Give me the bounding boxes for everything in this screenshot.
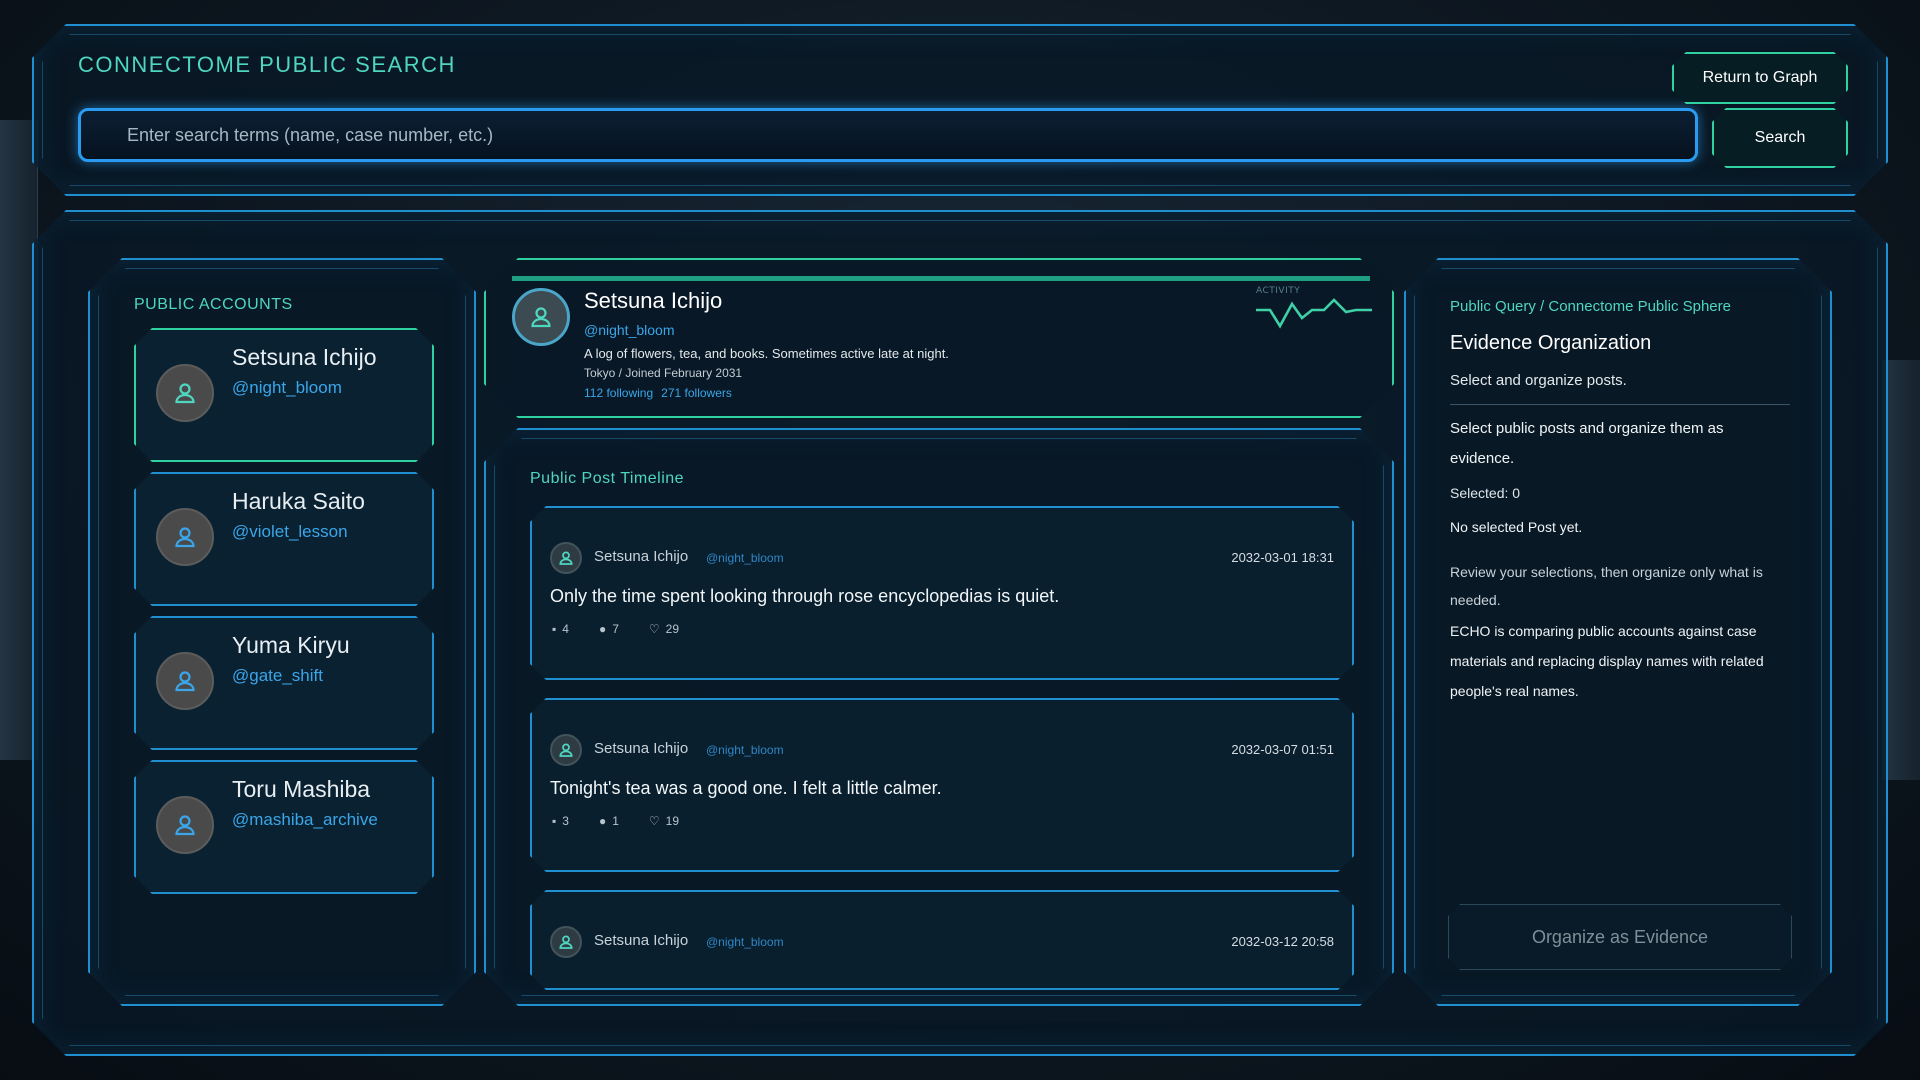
- likes-count: 29: [665, 622, 680, 636]
- breadcrumb[interactable]: Public Query / Connectome Public Sphere: [1450, 298, 1731, 315]
- account-handle: @mashiba_archive: [232, 810, 378, 829]
- post-date: 2032-03-12 20:58: [1231, 934, 1334, 949]
- reposts-count: 7: [612, 622, 619, 636]
- post-date: 2032-03-07 01:51: [1231, 742, 1334, 757]
- likes-stat[interactable]: ♡ 29: [649, 622, 679, 636]
- profile-accent-bar: [512, 276, 1370, 281]
- post-handle: @night_bloom: [706, 935, 784, 949]
- replies-count: 4: [562, 622, 569, 636]
- empty-selection-text: No selected Post yet.: [1450, 519, 1583, 535]
- user-icon: [156, 796, 214, 854]
- followers-count[interactable]: 271 followers: [661, 386, 732, 400]
- evidence-subtitle: Select and organize posts.: [1450, 372, 1627, 389]
- profile-handle[interactable]: @night_bloom: [584, 322, 675, 338]
- post-author: Setsuna Ichijo: [594, 932, 689, 949]
- reposts-count: 1: [612, 814, 619, 828]
- account-card-yuma[interactable]: Yuma Kiryu @gate_shift: [134, 616, 434, 750]
- heart-icon: ♡: [648, 622, 660, 636]
- user-icon: [512, 288, 570, 346]
- post-handle: @night_bloom: [706, 551, 784, 565]
- timeline-heading: Public Post Timeline: [530, 470, 685, 487]
- likes-stat[interactable]: ♡ 19: [649, 814, 679, 828]
- organize-evidence-button[interactable]: Organize as Evidence: [1448, 904, 1792, 970]
- post-handle: @night_bloom: [706, 743, 784, 757]
- profile-bio: A log of flowers, tea, and books. Someti…: [584, 346, 949, 361]
- replies-count: 3: [562, 814, 569, 828]
- likes-count: 19: [665, 814, 680, 828]
- evidence-panel: Public Query / Connectome Public Sphere …: [1404, 258, 1832, 1006]
- account-handle: @gate_shift: [232, 666, 323, 685]
- account-handle: @violet_lesson: [232, 522, 348, 541]
- evidence-title: Evidence Organization: [1450, 332, 1652, 354]
- profile-meta: Tokyo / Joined February 2031: [584, 366, 743, 380]
- user-icon: [156, 364, 214, 422]
- return-to-graph-button[interactable]: Return to Graph: [1672, 52, 1848, 104]
- account-card-setsuna[interactable]: Setsuna Ichijo @night_bloom: [134, 328, 434, 462]
- post-text: Only the time spent looking through rose…: [550, 586, 1060, 606]
- post-author: Setsuna Ichijo: [594, 548, 689, 565]
- app-title: CONNECTOME PUBLIC SEARCH: [78, 52, 456, 77]
- repost-icon: ●: [598, 622, 607, 636]
- divider: [1450, 404, 1790, 405]
- account-card-haruka[interactable]: Haruka Saito @violet_lesson: [134, 472, 434, 606]
- activity-label: ACTIVITY: [1256, 286, 1301, 296]
- post-card[interactable]: Setsuna Ichijo @night_bloom 2032-03-12 2…: [530, 890, 1354, 990]
- reposts-stat[interactable]: ● 7: [599, 622, 619, 636]
- search-input[interactable]: [81, 111, 1695, 159]
- replies-stat[interactable]: ▪ 4: [552, 622, 569, 636]
- post-stats: ▪ 3 ● 1 ♡ 19: [552, 814, 679, 828]
- post-stats: ▪ 4 ● 7 ♡ 29: [552, 622, 679, 636]
- account-name: Setsuna Ichijo: [232, 344, 377, 370]
- post-text: Tonight's tea was a good one. I felt a l…: [550, 778, 942, 798]
- profile-card: Setsuna Ichijo @night_bloom A log of flo…: [484, 258, 1394, 418]
- user-icon: [156, 508, 214, 566]
- account-name: Yuma Kiryu: [232, 632, 350, 658]
- account-name: Toru Mashiba: [232, 776, 371, 802]
- search-button[interactable]: Search: [1712, 108, 1848, 168]
- repost-icon: ●: [598, 814, 607, 828]
- public-accounts-panel: PUBLIC ACCOUNTS Setsuna Ichijo @night_bl…: [88, 258, 476, 1006]
- post-card[interactable]: Setsuna Ichijo @night_bloom 2032-03-01 1…: [530, 506, 1354, 680]
- post-author: Setsuna Ichijo: [594, 740, 689, 757]
- profile-name: Setsuna Ichijo: [584, 288, 723, 313]
- user-icon: [550, 734, 582, 766]
- search-box: [78, 108, 1698, 162]
- post-card[interactable]: Setsuna Ichijo @night_bloom 2032-03-07 0…: [530, 698, 1354, 872]
- following-count[interactable]: 112 following: [584, 386, 653, 400]
- echo-status: ECHO is comparing public accounts agains…: [1450, 623, 1764, 699]
- post-timeline-panel: Public Post Timeline Setsuna Ichijo @nig…: [484, 428, 1394, 1006]
- selected-count: Selected: 0: [1450, 485, 1521, 501]
- evidence-instruction: Select public posts and organize them as…: [1450, 420, 1724, 467]
- user-icon: [550, 926, 582, 958]
- search-header-panel: CONNECTOME PUBLIC SEARCH Return to Graph…: [32, 24, 1888, 196]
- profile-follow-stats: 112 following 271 followers: [584, 386, 740, 400]
- activity-sparkline: [1256, 296, 1372, 332]
- user-icon: [156, 652, 214, 710]
- account-card-toru[interactable]: Toru Mashiba @mashiba_archive: [134, 760, 434, 894]
- reposts-stat[interactable]: ● 1: [599, 814, 619, 828]
- account-name: Haruka Saito: [232, 488, 365, 514]
- account-handle: @night_bloom: [232, 378, 342, 397]
- accounts-heading: PUBLIC ACCOUNTS: [134, 296, 293, 313]
- review-note: Review your selections, then organize on…: [1450, 564, 1763, 608]
- user-icon: [550, 542, 582, 574]
- comment-icon: ▪: [552, 622, 557, 636]
- post-date: 2032-03-01 18:31: [1231, 550, 1334, 565]
- replies-stat[interactable]: ▪ 3: [552, 814, 569, 828]
- heart-icon: ♡: [648, 814, 660, 828]
- comment-icon: ▪: [552, 814, 557, 828]
